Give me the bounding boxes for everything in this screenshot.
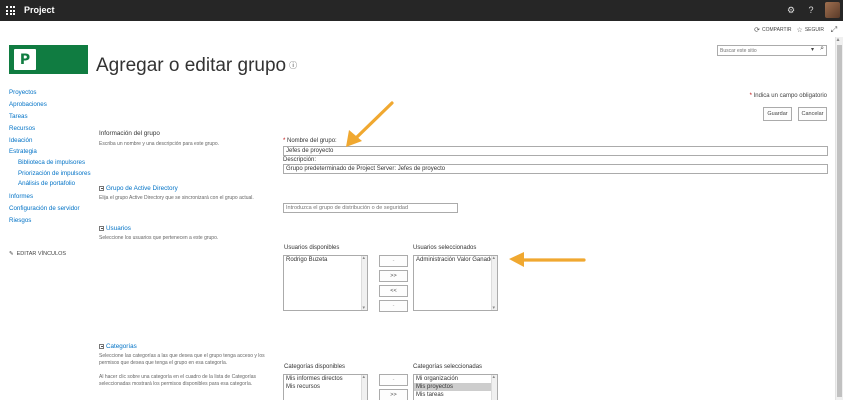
- nav-item-tareas[interactable]: Tareas: [9, 111, 94, 123]
- users-heading-text: Usuarios: [106, 225, 131, 232]
- edit-links-label: EDITAR VÍNCULOS: [16, 251, 67, 257]
- scrollbar-thumb[interactable]: [837, 45, 842, 397]
- follow-label: SEGUIR: [804, 27, 824, 33]
- categories-heading-text: Categorías: [106, 343, 137, 350]
- ad-group-heading-text: Grupo de Active Directory: [106, 185, 178, 192]
- required-note: * Indica un campo obligatorio: [750, 93, 827, 99]
- collapse-icon[interactable]: [99, 185, 104, 191]
- scrollbar[interactable]: [491, 375, 497, 400]
- required-star: *: [283, 138, 286, 144]
- follow-button[interactable]: ☆ SEGUIR: [797, 26, 824, 34]
- annotation-arrow-name: [346, 101, 394, 147]
- scrollbar[interactable]: [361, 375, 367, 400]
- required-star: *: [749, 93, 752, 99]
- group-info-description: Escriba un nombre y una descripción para…: [99, 141, 220, 147]
- nav-item-ideacion[interactable]: Ideación: [9, 135, 94, 147]
- selected-users-label: Usuarios seleccionados: [413, 245, 477, 251]
- app-title[interactable]: Project: [24, 5, 55, 15]
- list-item[interactable]: Mis tareas: [414, 391, 497, 399]
- ad-group-description: Elija el grupo Active Directory que se s…: [99, 195, 254, 201]
- remove-user-button[interactable]: <<: [379, 285, 408, 297]
- project-logo-icon: P: [14, 49, 36, 70]
- nav-item-recursos[interactable]: Recursos: [9, 123, 94, 135]
- users-heading[interactable]: Usuarios: [99, 225, 131, 232]
- page-scrollbar[interactable]: ▴: [835, 37, 843, 400]
- description-input[interactable]: Grupo predeterminado de Project Server: …: [283, 164, 828, 174]
- scroll-up-icon[interactable]: ▴: [837, 36, 840, 43]
- move-placeholder-button[interactable]: -: [379, 300, 408, 312]
- nav-subitem-biblioteca-impulsores[interactable]: Biblioteca de impulsores: [9, 159, 94, 167]
- available-categories-list[interactable]: Mis informes directos Mis recursos: [283, 374, 368, 400]
- annotation-arrow-users: [509, 252, 586, 267]
- list-item[interactable]: Mis informes directos: [284, 375, 367, 383]
- ad-group-heading[interactable]: Grupo de Active Directory: [99, 185, 178, 192]
- page-title-text: Agregar o editar grupo: [96, 55, 287, 76]
- users-description: Seleccione los usuarios que pertenecen a…: [99, 235, 219, 241]
- search-input[interactable]: [718, 46, 798, 55]
- search-scope-dropdown-icon[interactable]: ▾: [811, 46, 814, 53]
- edit-links-button[interactable]: ✎ EDITAR VÍNCULOS: [9, 251, 66, 257]
- nav-subitem-priorizacion-impulsores[interactable]: Priorización de impulsores: [9, 170, 94, 178]
- add-category-button[interactable]: >>: [379, 389, 408, 400]
- focus-mode-icon[interactable]: ⤢: [829, 25, 839, 35]
- cancel-button[interactable]: Cancelar: [798, 107, 827, 121]
- page-title: Agregar o editar grupo ⓘ: [96, 55, 297, 77]
- move-placeholder-button[interactable]: -: [379, 255, 408, 267]
- share-button[interactable]: ⟳ COMPARTIR: [754, 26, 791, 34]
- scrollbar[interactable]: [361, 256, 367, 310]
- list-item[interactable]: Administración Valor Ganado: [414, 256, 497, 264]
- available-users-label: Usuarios disponibles: [284, 245, 340, 251]
- list-item[interactable]: Mis recursos: [284, 383, 367, 391]
- group-name-input[interactable]: Jefes de proyecto: [283, 146, 828, 156]
- collapse-icon[interactable]: [99, 343, 104, 349]
- available-users-list[interactable]: Rodrigo Buzeta: [283, 255, 368, 311]
- collapse-icon[interactable]: [99, 225, 104, 231]
- gear-icon[interactable]: ⚙: [785, 4, 797, 16]
- help-icon[interactable]: ?: [805, 4, 817, 16]
- waffle-icon[interactable]: [6, 6, 15, 15]
- action-bar: ⟳ COMPARTIR ☆ SEGUIR ⤢: [754, 23, 839, 37]
- list-item[interactable]: Mi organización: [414, 375, 497, 383]
- nav-item-aprobaciones[interactable]: Aprobaciones: [9, 99, 94, 111]
- categories-heading[interactable]: Categorías: [99, 343, 137, 350]
- suite-bar: Project ⚙ ?: [0, 0, 843, 21]
- site-logo[interactable]: P: [9, 45, 88, 74]
- nav-item-informes[interactable]: Informes: [9, 191, 94, 203]
- nav-item-proyectos[interactable]: Proyectos: [9, 87, 94, 99]
- move-placeholder-button[interactable]: -: [379, 374, 408, 386]
- selected-categories-list[interactable]: Mi organización Mis proyectos Mis tareas: [413, 374, 498, 400]
- search-box: ▾ ⌕: [717, 45, 827, 56]
- group-info-heading: Información del grupo: [99, 130, 160, 137]
- group-name-label: * Nombre del grupo:: [283, 138, 337, 144]
- list-item[interactable]: Rodrigo Buzeta: [284, 256, 367, 264]
- star-icon: ☆: [796, 27, 803, 34]
- selected-categories-label: Categorías seleccionadas: [413, 364, 483, 370]
- nav-subitem-analisis-portafolio[interactable]: Análisis de portafolio: [9, 180, 94, 188]
- group-name-label-text: Nombre del grupo:: [287, 138, 337, 144]
- nav-item-configuracion-servidor[interactable]: Configuración de servidor: [9, 203, 94, 215]
- nav-item-riesgos[interactable]: Riesgos: [9, 215, 94, 227]
- info-icon[interactable]: ⓘ: [289, 61, 297, 70]
- pencil-icon: ✎: [9, 251, 14, 257]
- share-icon: ⟳: [754, 27, 760, 34]
- categories-description: Seleccione las categorías a las que dese…: [99, 353, 265, 366]
- available-categories-label: Categorías disponibles: [284, 364, 346, 370]
- nav-item-estrategia[interactable]: Estrategia: [9, 146, 94, 158]
- selected-users-list[interactable]: Administración Valor Ganado: [413, 255, 498, 311]
- avatar[interactable]: [825, 2, 840, 18]
- share-label: COMPARTIR: [762, 27, 792, 33]
- scrollbar[interactable]: [491, 256, 497, 310]
- add-user-button[interactable]: >>: [379, 270, 408, 282]
- left-navigation: Proyectos Aprobaciones Tareas Recursos I…: [9, 87, 94, 227]
- ad-group-input[interactable]: Introduzca el grupo de distribución o de…: [283, 203, 458, 213]
- required-note-text: Indica un campo obligatorio: [753, 93, 827, 99]
- list-item-selected[interactable]: Mis proyectos: [414, 383, 497, 391]
- description-label: Descripción:: [283, 157, 317, 163]
- save-button[interactable]: Guardar: [763, 107, 792, 121]
- categories-help: Al hacer clic sobre una categoría en el …: [99, 374, 257, 387]
- search-icon[interactable]: ⌕: [820, 45, 824, 53]
